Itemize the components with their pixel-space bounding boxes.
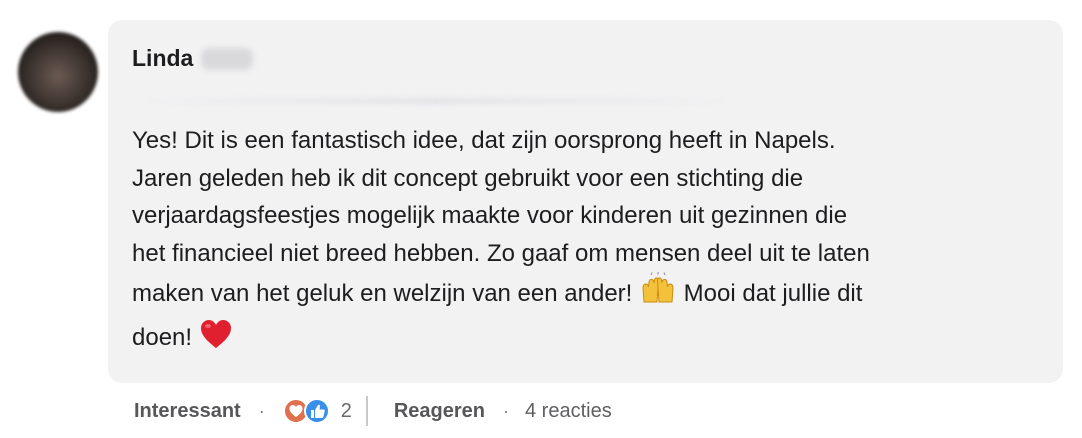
reaction-count: 2 bbox=[340, 399, 352, 422]
author-row: Linda bbox=[132, 45, 254, 72]
avatar[interactable] bbox=[18, 32, 98, 112]
separator-dot: · bbox=[258, 400, 265, 421]
like-button[interactable]: Interessant bbox=[134, 400, 241, 423]
author-headline-redacted bbox=[136, 98, 736, 104]
comment-bubble: Linda Yes! Dit is een fantastisch idee, … bbox=[108, 20, 1063, 383]
comment-line: maken van het geluk en welzijn van een a… bbox=[132, 280, 633, 307]
comment-line: doen! bbox=[132, 323, 193, 351]
comment-line: verjaardagsfeestjes mogelijk maakte voor… bbox=[132, 202, 848, 229]
author-lastname-redacted bbox=[201, 47, 254, 70]
replies-count-link[interactable]: 4 reacties bbox=[525, 400, 612, 423]
comment-actions: Interessant · 2 Reageren · 4 reacties bbox=[134, 394, 612, 428]
comment-line: het financieel niet breed hebben. Zo gaa… bbox=[132, 239, 870, 267]
comment-line: Jaren geleden heb ik dit concept gebruik… bbox=[132, 164, 804, 192]
separator-dot: · bbox=[503, 400, 509, 421]
author-name[interactable]: Linda bbox=[132, 45, 193, 72]
reply-button[interactable]: Reageren bbox=[394, 400, 485, 423]
raised-hands-emoji-icon bbox=[639, 272, 677, 318]
divider bbox=[365, 396, 368, 426]
reaction-icons-icon bbox=[282, 398, 330, 424]
comment-text: Yes! Dit is een fantastisch idee, dat zi… bbox=[132, 122, 1042, 361]
reactions-summary[interactable]: 2 bbox=[281, 396, 352, 426]
red-heart-emoji-icon bbox=[199, 318, 233, 362]
comment-line: Mooi dat jullie dit bbox=[683, 280, 863, 307]
comment-line: Yes! Dit is een fantastisch idee, dat zi… bbox=[132, 127, 836, 154]
